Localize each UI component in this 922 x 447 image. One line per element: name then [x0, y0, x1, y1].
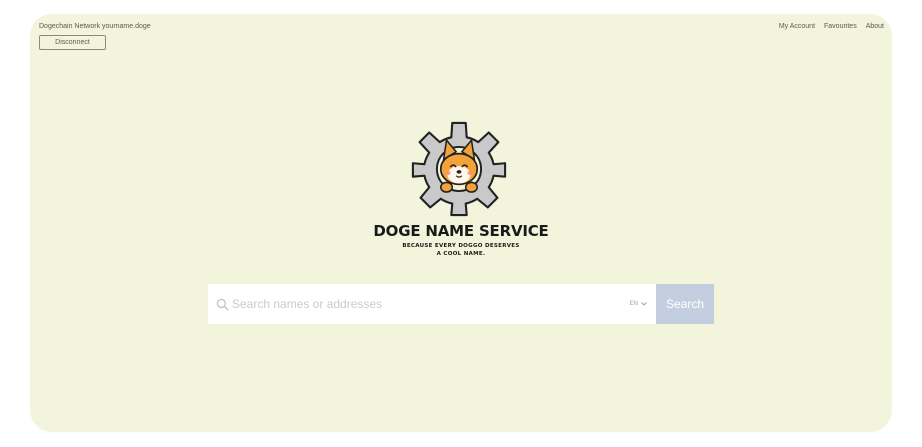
nav-about[interactable]: About — [866, 23, 884, 30]
search-input[interactable] — [229, 285, 630, 323]
language-selector[interactable]: EN — [630, 301, 647, 307]
nav-favourites[interactable]: Favourites — [824, 23, 857, 30]
brand-title: DOGE NAME SERVICE — [373, 222, 549, 240]
disconnect-button[interactable]: Disconnect — [39, 35, 106, 50]
doge-logo-icon — [411, 121, 507, 217]
network-label: Dogechain Network yourname.doge — [39, 23, 151, 30]
language-label: EN — [629, 301, 638, 307]
tagline-line-1: BECAUSE EVERY DOGGO DESERVES — [402, 243, 520, 249]
brand-tagline: BECAUSE EVERY DOGGO DESERVES A COOL NAME… — [0, 243, 922, 258]
top-nav: My Account Favourites About — [779, 23, 884, 30]
chevron-down-icon — [641, 302, 647, 306]
tagline-line-2: A COOL NAME. — [436, 250, 486, 257]
search-bar: EN Search — [208, 284, 714, 324]
nav-my-account[interactable]: My Account — [779, 23, 815, 30]
search-icon — [216, 298, 229, 311]
search-button[interactable]: Search — [656, 284, 714, 324]
